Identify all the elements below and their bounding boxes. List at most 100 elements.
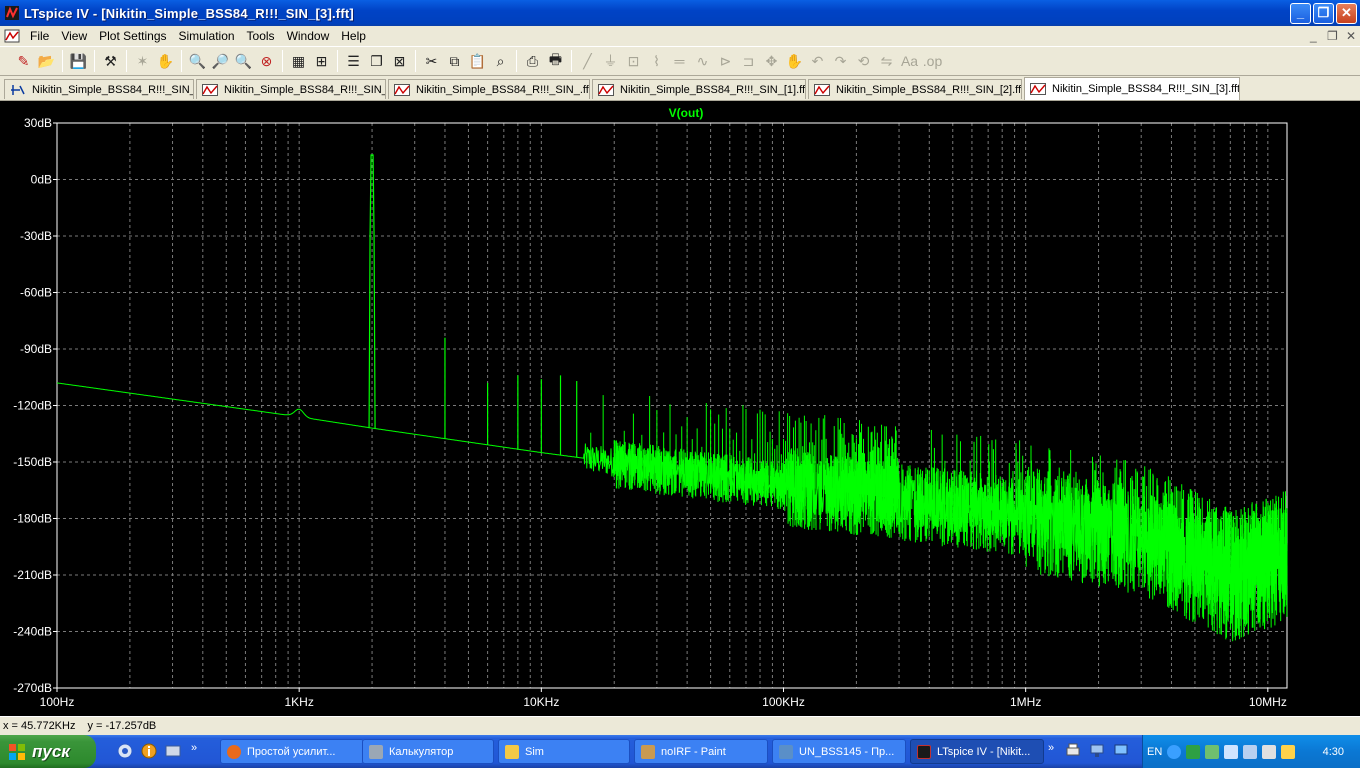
menu-tools[interactable]: Tools (241, 29, 281, 43)
plot-pane[interactable]: 30dB 0dB -30dB -60dB -90dB -120dB -150dB -180dB… (0, 101, 1360, 716)
tab-schematic[interactable]: Nikitin_Simple_BSS84_R!!!_SIN_ (4, 79, 194, 99)
x-tick-label: 10KHz (523, 695, 559, 709)
drag-icon[interactable]: ✋ (783, 50, 806, 72)
tray-network-icon[interactable] (1224, 744, 1239, 759)
menu-view[interactable]: View (55, 29, 93, 43)
toolbar-separator (181, 50, 182, 72)
mdi-restore-icon[interactable]: ❐ (1327, 29, 1338, 43)
y-axis-labels: 30dB 0dB -30dB -60dB -90dB -120dB -150dB -180dB… (13, 116, 57, 695)
capacitor-icon[interactable]: ═ (668, 50, 691, 72)
inductor-icon[interactable]: ∿ (691, 50, 714, 72)
schematic-icon (11, 84, 25, 95)
menu-plot-settings[interactable]: Plot Settings (93, 29, 172, 43)
mirror-icon[interactable]: ⇋ (875, 50, 898, 72)
autorange-icon[interactable]: ▦ (287, 50, 310, 72)
task-ltspice[interactable]: LTspice IV - [Nikit... (910, 739, 1044, 764)
tray-volume-icon[interactable] (1262, 744, 1277, 759)
fft-plot[interactable]: 30dB 0dB -30dB -60dB -90dB -120dB -150dB -180dB… (0, 101, 1360, 716)
x-tick-label: 1MHz (1010, 695, 1041, 709)
find-icon[interactable]: ⌕ (489, 50, 512, 72)
cascade-icon[interactable]: ❐ (365, 50, 388, 72)
save-icon[interactable]: 💾 (67, 50, 90, 72)
menu-simulation[interactable]: Simulation (173, 29, 241, 43)
task-calculator[interactable]: Калькулятор (362, 739, 494, 764)
rotate-icon[interactable]: ⟲ (852, 50, 875, 72)
task-paint[interactable]: noIRF - Paint (634, 739, 768, 764)
trace-title[interactable]: V(out) (669, 106, 704, 120)
quicklaunch-settings-icon[interactable] (116, 742, 134, 760)
control-panel-icon[interactable]: ⚒ (99, 50, 122, 72)
print-preview-icon[interactable]: ⎙ (521, 50, 544, 72)
quicklaunch-chevron-icon[interactable]: » (191, 742, 197, 754)
task-overflow-chevron-icon[interactable]: » (1048, 742, 1054, 754)
diode-icon[interactable]: ⊳ (714, 50, 737, 72)
tray-shield-icon[interactable] (1281, 744, 1296, 759)
ltspice-app-icon[interactable] (5, 6, 19, 20)
redo-icon[interactable]: ↷ (829, 50, 852, 72)
wire-icon[interactable]: ╱ (576, 50, 599, 72)
task-label: LTspice IV - [Nikit... (937, 745, 1031, 758)
run-icon[interactable]: ✶ (131, 50, 154, 72)
text-icon[interactable]: Aa (898, 50, 921, 72)
manual-limits-icon[interactable]: ⊞ (310, 50, 333, 72)
x-tick-label: 1KHz (284, 695, 313, 709)
print-icon[interactable]: 🖶 (544, 50, 567, 72)
minimize-button[interactable]: _ (1290, 3, 1311, 24)
tab-label: Nikitin_Simple_BSS84_R!!!_SIN_[1].fft (620, 83, 806, 96)
x-tick-label: 100KHz (762, 695, 805, 709)
tab-fft-2[interactable]: Nikitin_Simple_BSS84_R!!!_SIN_[2].fft (808, 79, 1022, 99)
mdi-minimize-icon[interactable]: _ (1310, 29, 1317, 43)
pan-icon[interactable]: 🔎 (209, 50, 232, 72)
tab-fft-1[interactable]: Nikitin_Simple_BSS84_R!!!_SIN_[1].fft (592, 79, 806, 99)
menu-help[interactable]: Help (335, 29, 372, 43)
start-button[interactable]: пуск (0, 735, 96, 768)
paint-icon (641, 744, 655, 759)
tab-fft-3[interactable]: Nikitin_Simple_BSS84_R!!!_SIN_[3].fft (1024, 77, 1240, 100)
waveform-icon (202, 83, 218, 96)
maximize-button[interactable]: ❐ (1313, 3, 1334, 24)
zoom-out-icon[interactable]: 🔍 (232, 50, 255, 72)
tray-printer-icon[interactable] (1064, 742, 1082, 760)
paste-icon[interactable]: 📋 (466, 50, 489, 72)
task-image-viewer[interactable]: UN_BSS145 - Пр... (772, 739, 906, 764)
task-folder-sim[interactable]: Sim (498, 739, 630, 764)
zoom-in-icon[interactable]: 🔍 (186, 50, 209, 72)
close-all-icon[interactable]: ⊠ (388, 50, 411, 72)
ltspice-icon (917, 744, 931, 759)
tab-label: Nikitin_Simple_BSS84_R!!!_SIN_.fft (416, 83, 590, 96)
menu-file[interactable]: File (24, 29, 55, 43)
cut-icon[interactable]: ✂ (420, 50, 443, 72)
undo-icon[interactable]: ↶ (806, 50, 829, 72)
task-browser[interactable]: Простой усилит... (220, 739, 364, 764)
tray-expand-icon[interactable] (1167, 744, 1182, 759)
component-icon[interactable]: ⊐ (737, 50, 760, 72)
clock[interactable]: 4:30 (1323, 746, 1344, 758)
spice-directive-icon[interactable]: .op (921, 50, 944, 72)
tray-app-grid-icon[interactable] (1205, 744, 1220, 759)
tile-horizontal-icon[interactable]: ☰ (342, 50, 365, 72)
close-button[interactable]: ✕ (1336, 3, 1357, 24)
label-icon[interactable]: ⊡ (622, 50, 645, 72)
new-schematic-icon[interactable]: ✎ (12, 50, 35, 72)
mdi-close-icon[interactable]: ✕ (1346, 29, 1356, 43)
ground-icon[interactable]: ⏚ (599, 50, 622, 72)
tray-monitor-icon[interactable] (1243, 744, 1258, 759)
copy-icon[interactable]: ⧉ (443, 50, 466, 72)
quicklaunch-info-icon[interactable] (140, 742, 158, 760)
move-icon[interactable]: ✥ (760, 50, 783, 72)
y-tick-label: -210dB (13, 568, 52, 582)
quicklaunch-app-icon[interactable] (164, 742, 182, 760)
document-icon[interactable] (4, 29, 20, 43)
resistor-icon[interactable]: ⌇ (645, 50, 668, 72)
tray-network-icon[interactable] (1088, 742, 1106, 760)
zoom-fit-icon[interactable]: ⊗ (255, 50, 278, 72)
y-tick-label: -90dB (20, 342, 52, 356)
tab-fft[interactable]: Nikitin_Simple_BSS84_R!!!_SIN_.fft (388, 79, 590, 99)
language-indicator[interactable]: EN (1147, 746, 1162, 758)
tray-display-icon[interactable] (1112, 742, 1130, 760)
menu-window[interactable]: Window (281, 29, 336, 43)
open-icon[interactable]: 📂 (35, 50, 58, 72)
tray-app-green-icon[interactable] (1186, 744, 1201, 759)
halt-icon[interactable]: ✋ (154, 50, 177, 72)
tab-waveform[interactable]: Nikitin_Simple_BSS84_R!!!_SIN_ (196, 79, 386, 99)
